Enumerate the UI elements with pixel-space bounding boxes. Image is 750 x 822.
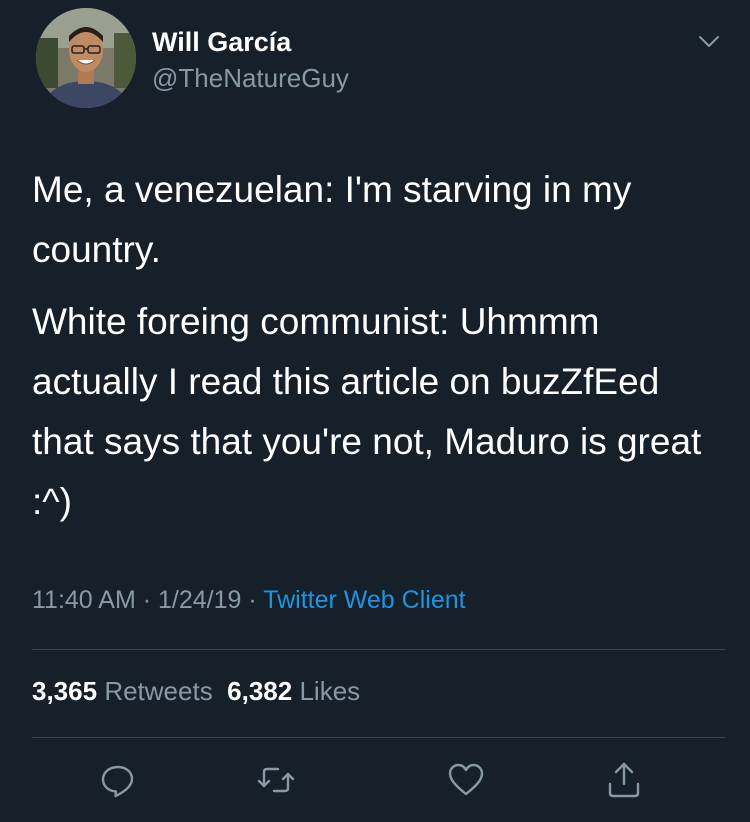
divider <box>32 737 726 738</box>
reply-icon[interactable] <box>98 760 138 800</box>
tweet-card: Will García @TheNatureGuy Me, a venezuel… <box>0 0 750 822</box>
tweet-paragraph: White foreing communist: Uhmmm actually … <box>32 301 702 522</box>
likes-stat[interactable]: 6,382 Likes <box>227 676 360 706</box>
heart-icon[interactable] <box>446 760 486 800</box>
retweets-count: 3,365 <box>32 676 98 706</box>
divider <box>32 649 726 650</box>
tweet-time[interactable]: 11:40 AM <box>32 586 136 614</box>
tweet-paragraph: Me, a venezuelan: I'm starving in my cou… <box>32 169 632 270</box>
share-icon[interactable] <box>604 760 644 800</box>
avatar-photo <box>36 8 136 108</box>
meta-separator: · <box>241 586 264 614</box>
avatar[interactable] <box>36 8 136 108</box>
meta-separator: · <box>135 586 158 614</box>
tweet-date[interactable]: 1/24/19 <box>158 586 241 614</box>
retweet-icon[interactable] <box>256 760 296 800</box>
tweet-meta: 11:40 AM · 1/24/19 · Twitter Web Client <box>32 586 466 615</box>
tweet-text: Me, a venezuelan: I'm starving in my cou… <box>32 160 722 532</box>
display-name[interactable]: Will García <box>152 27 291 58</box>
retweets-label: Retweets <box>104 676 213 706</box>
chevron-down-icon[interactable] <box>694 26 724 56</box>
likes-label: Likes <box>299 676 361 706</box>
retweets-stat[interactable]: 3,365 Retweets <box>32 676 213 706</box>
likes-count: 6,382 <box>227 676 293 706</box>
tweet-source-link[interactable]: Twitter Web Client <box>263 586 465 614</box>
user-handle[interactable]: @TheNatureGuy <box>152 63 349 94</box>
tweet-stats: 3,365 Retweets 6,382 Likes <box>32 676 360 707</box>
